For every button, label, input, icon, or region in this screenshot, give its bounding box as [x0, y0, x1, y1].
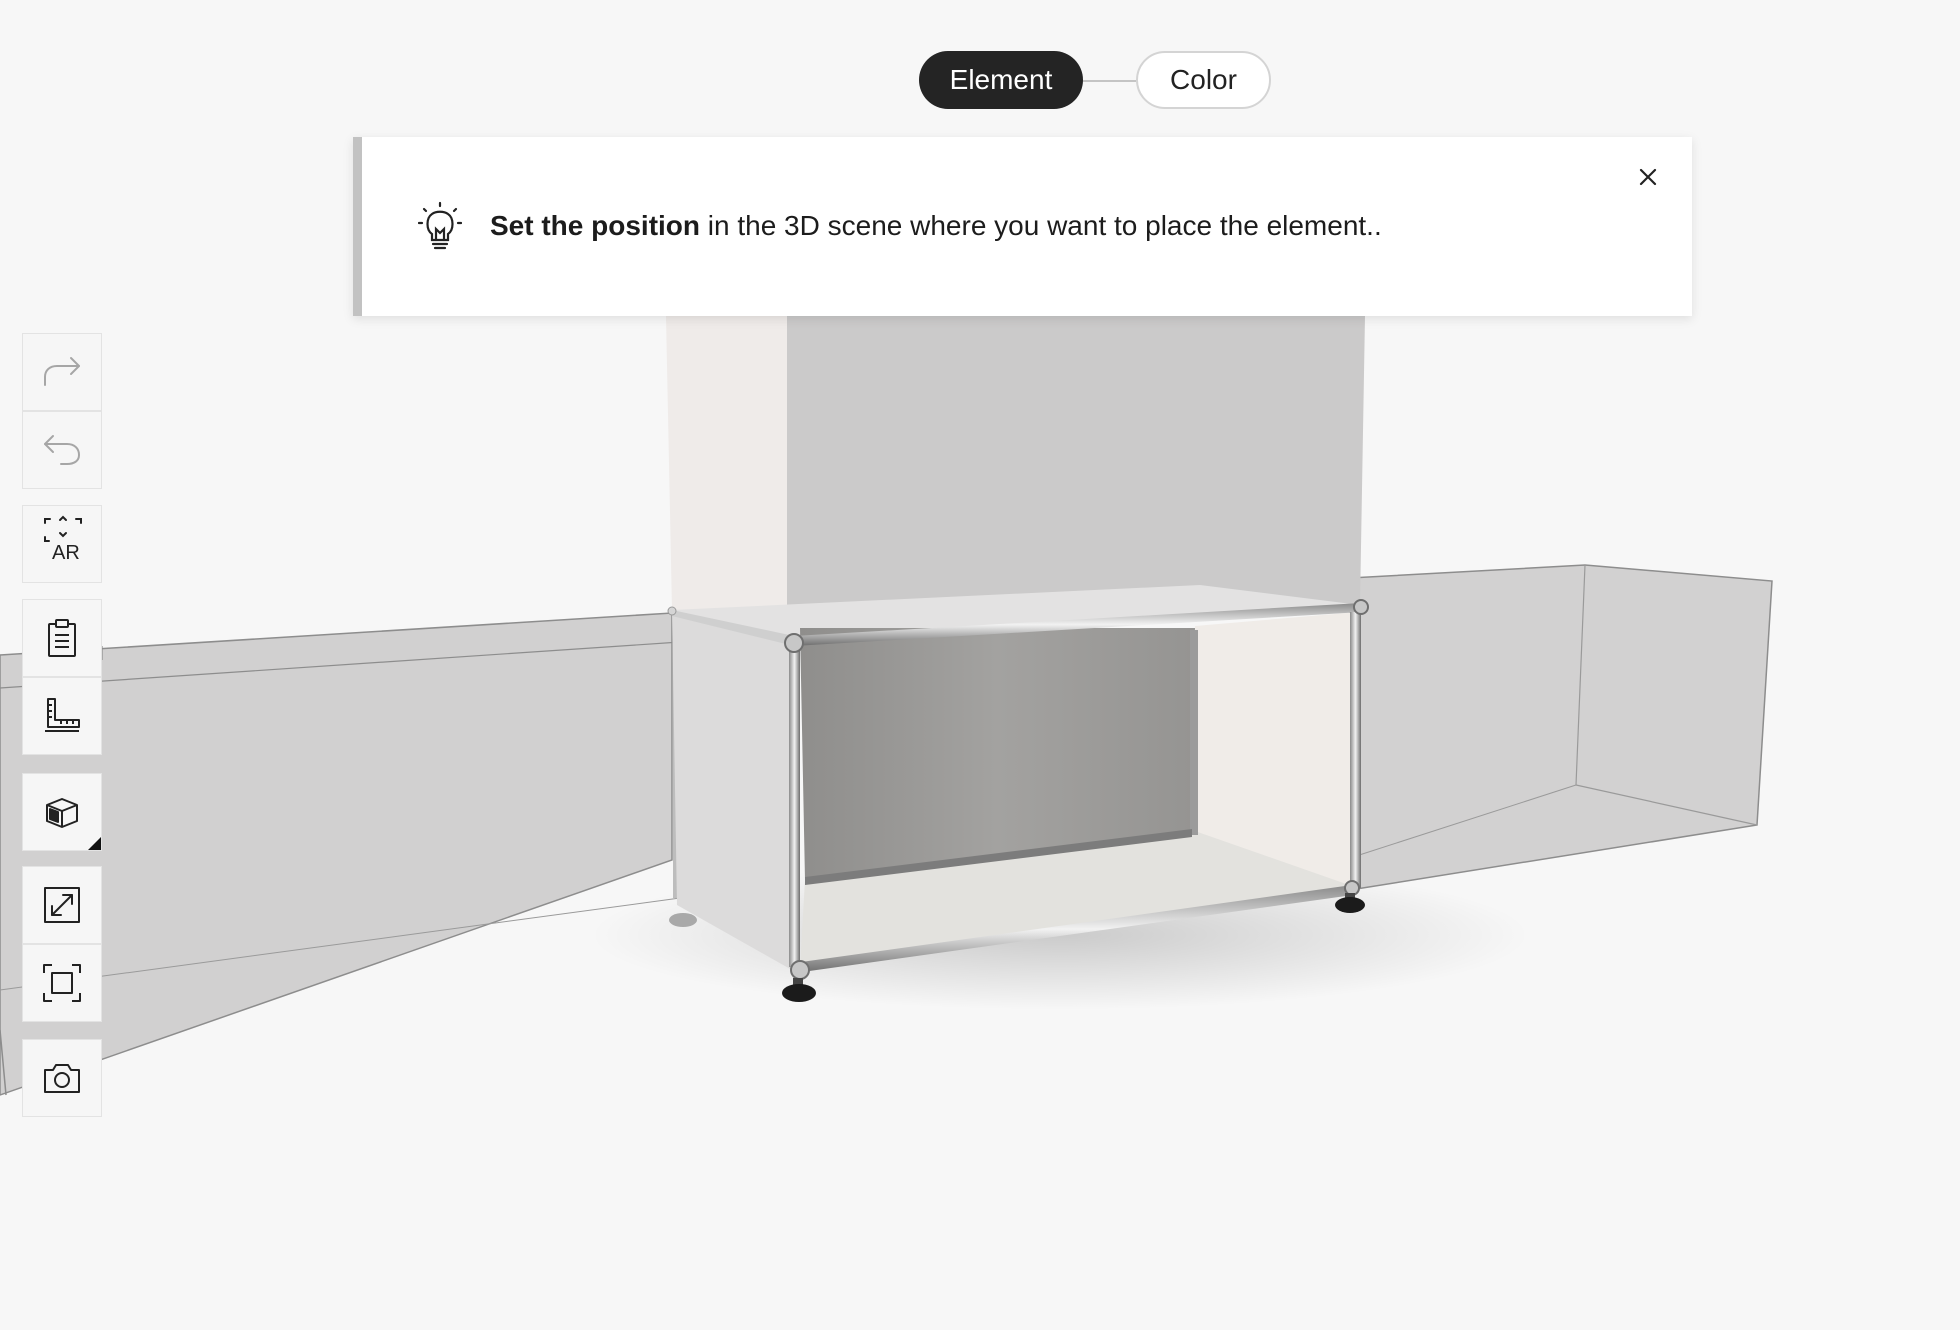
hint-bold-text: Set the position — [490, 210, 700, 241]
ghost-box-right — [1349, 564, 1773, 891]
hint-rest-text: in the 3D scene where you want to place … — [700, 210, 1382, 241]
screenshot-button[interactable] — [22, 1039, 102, 1117]
ar-button[interactable]: AR — [22, 505, 102, 583]
step-element-button[interactable]: Element — [919, 51, 1083, 109]
hint-message: Set the position in the 3D scene where y… — [490, 209, 1382, 243]
ar-label: AR — [52, 542, 80, 564]
parts-list-button[interactable] — [22, 599, 102, 677]
lightbulb-icon — [417, 201, 463, 253]
redo-button[interactable] — [22, 333, 102, 411]
ar-icon: AR — [23, 505, 101, 583]
stepper: Element Color — [0, 0, 1960, 120]
step-connector — [1083, 80, 1136, 82]
dimensions-button[interactable] — [22, 677, 102, 755]
ghost-box-left — [0, 612, 681, 1096]
expand-button[interactable] — [22, 866, 102, 944]
camera-icon — [42, 1061, 82, 1095]
fit-frame-icon — [42, 963, 82, 1003]
clipboard-icon — [45, 618, 79, 658]
submenu-indicator — [88, 837, 101, 850]
hint-banner: Set the position in the 3D scene where y… — [353, 137, 1692, 316]
redo-icon — [41, 355, 83, 389]
close-icon[interactable] — [1630, 159, 1666, 195]
ruler-icon — [42, 696, 82, 736]
ghost-upper-element — [666, 316, 1365, 640]
undo-icon — [41, 433, 83, 467]
step-color-button[interactable]: Color — [1136, 51, 1271, 109]
view-mode-button[interactable] — [22, 773, 102, 851]
undo-button[interactable] — [22, 411, 102, 489]
cube-icon — [43, 793, 81, 831]
fit-view-button[interactable] — [22, 944, 102, 1022]
expand-icon — [42, 885, 82, 925]
